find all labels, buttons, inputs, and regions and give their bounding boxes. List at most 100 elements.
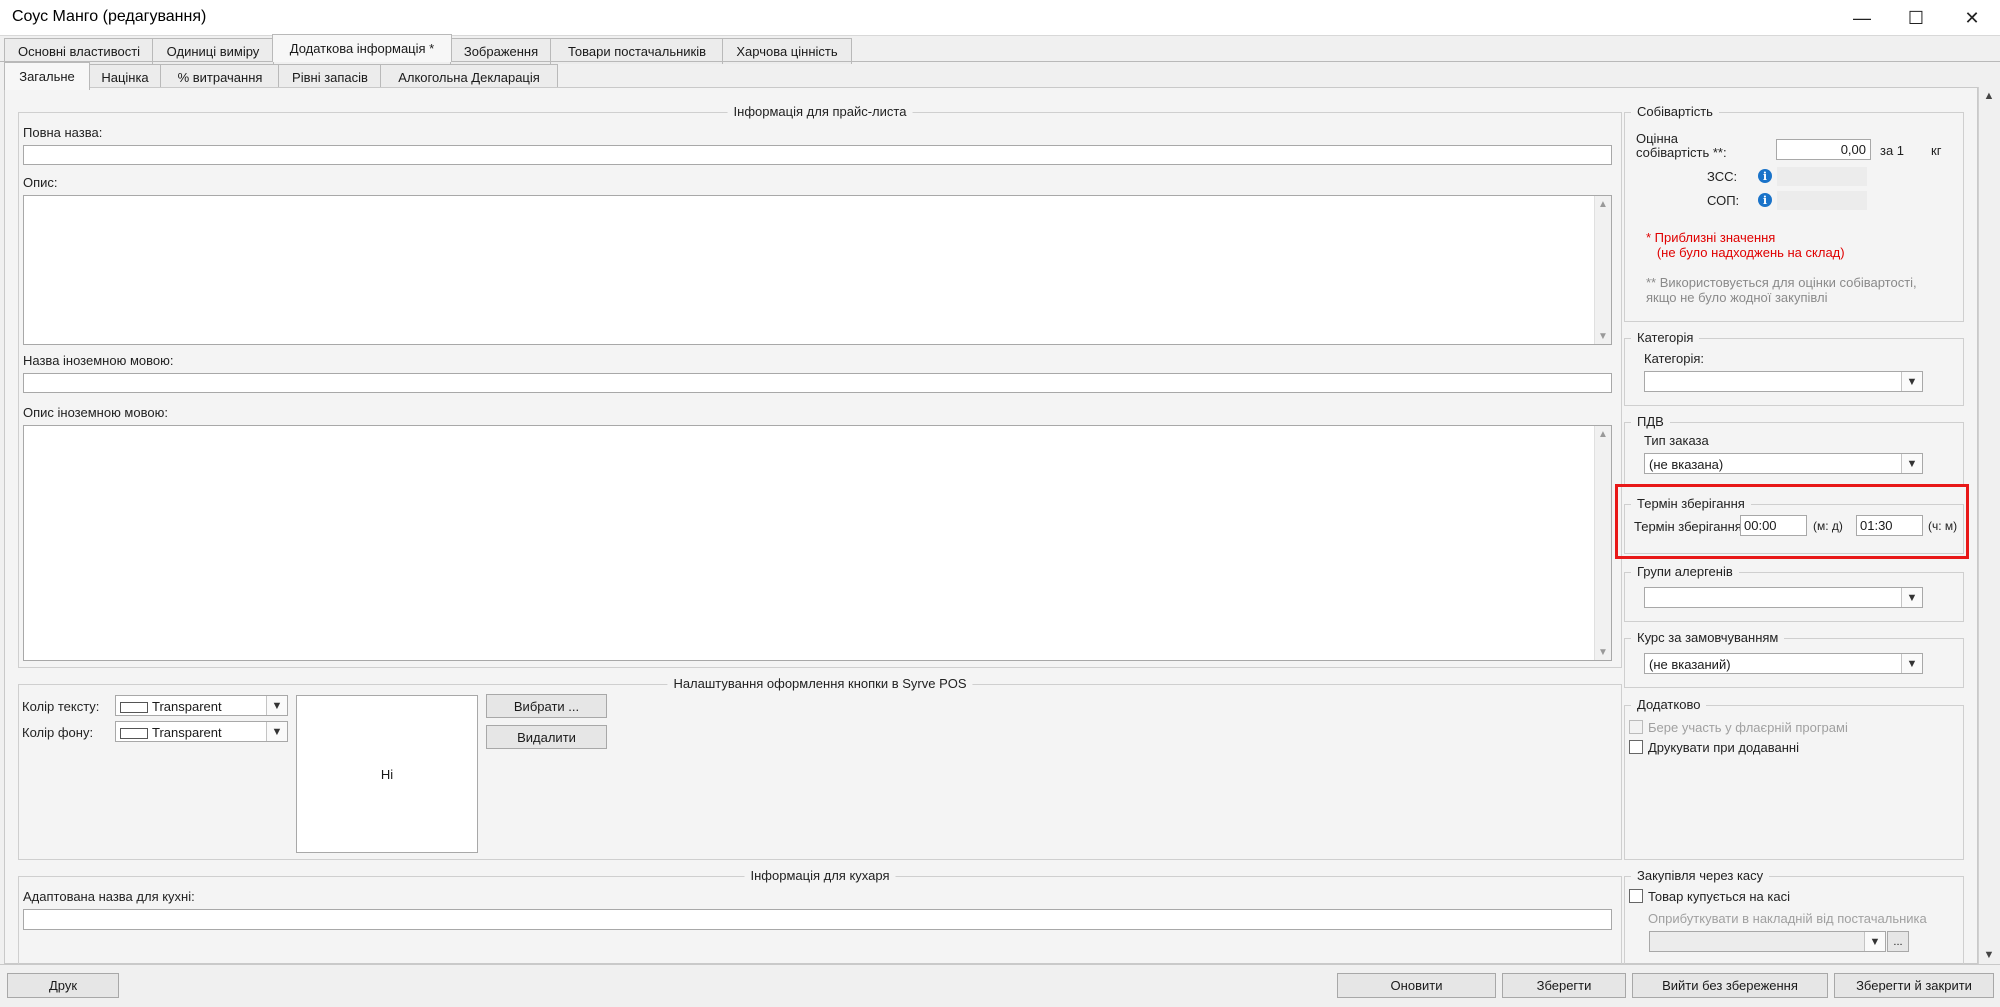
approx-values-note: * Приблизні значення (не було надходжень… [1646,230,1845,260]
description-field[interactable]: ▲ ▼ [23,195,1612,345]
default-rate-group: Курс за замовчуванням (не вказаний) ▼ [1624,630,1964,688]
sub-tab-bar: Загальне Націнка % витрачання Рівні запа… [0,62,2000,90]
full-name-label: Повна назва: [23,125,103,140]
foreign-name-label: Назва іноземною мовою: [23,353,174,368]
default-rate-value: (не вказаний) [1649,657,1731,672]
title-bar: Соус Манго (редагування) — ☐ ✕ [0,0,2000,36]
kitchen-name-label: Адаптована назва для кухні: [23,889,195,904]
default-rate-title: Курс за замовчуванням [1631,630,1785,645]
text-color-label: Колір тексту: [22,699,100,714]
description-scrollbar[interactable]: ▲ ▼ [1594,196,1611,344]
chevron-down-icon[interactable]: ▼ [1901,454,1922,473]
foreign-desc-label: Опис іноземною мовою: [23,405,168,420]
exit-without-save-button[interactable]: Вийти без збереження [1632,973,1828,998]
chevron-down-icon[interactable]: ▼ [266,722,287,741]
content-panel: Інформація для прайс-листа Повна назва: … [4,87,1978,976]
estimated-cost-label-1: Оцінна [1636,131,1679,146]
chevron-down-icon[interactable]: ▼ [1901,372,1922,391]
info-icon[interactable]: i [1758,193,1772,207]
post-invoice-select[interactable]: ▼ [1649,931,1886,952]
foreign-desc-field[interactable]: ▲ ▼ [23,425,1612,661]
foreign-desc-scrollbar[interactable]: ▲ ▼ [1594,426,1611,660]
tab-general[interactable]: Загальне [4,62,90,90]
bg-color-value: Transparent [152,725,222,740]
chevron-down-icon[interactable]: ▼ [1901,588,1922,607]
main-scrollbar[interactable]: ▲ ▼ [1978,87,1998,964]
kitchen-name-field[interactable] [23,909,1612,930]
vat-group: ПДВ Тип заказа (не вказана) ▼ [1624,414,1964,486]
default-rate-select[interactable]: (не вказаний) ▼ [1644,653,1923,674]
estimated-cost-label-2: собівартість **: [1636,145,1727,160]
zss-value [1777,167,1867,186]
scroll-down-icon[interactable]: ▼ [1595,644,1611,660]
chevron-down-icon[interactable]: ▼ [1901,654,1922,673]
refresh-button[interactable]: Оновити [1337,973,1496,998]
unit-text: кг [1931,143,1942,158]
scroll-down-icon[interactable]: ▼ [1595,328,1611,344]
close-icon[interactable]: ✕ [1946,0,1998,36]
scroll-up-icon[interactable]: ▲ [1595,426,1611,442]
print-button[interactable]: Друк [7,973,119,998]
cook-info-group: Інформація для кухаря Адаптована назва д… [18,868,1622,976]
save-and-close-button[interactable]: Зберегти й закрити [1834,973,1994,998]
zss-label: ЗСС: [1707,169,1738,184]
category-select[interactable]: ▼ [1644,371,1923,392]
button-style-title: Налаштування оформлення кнопки в Syrve P… [667,676,973,691]
window-title: Соус Манго (редагування) [12,8,207,25]
choose-button[interactable]: Вибрати ... [486,694,607,718]
allergens-select[interactable]: ▼ [1644,587,1923,608]
highlight-box [1615,484,1969,559]
print-on-add-checkbox[interactable] [1629,740,1643,754]
bought-at-register-label: Товар купується на касі [1648,889,1790,904]
scroll-down-icon[interactable]: ▼ [1979,946,1999,964]
cook-info-title: Інформація для кухаря [744,868,896,883]
per-text: за 1 [1880,143,1905,158]
preview-text: Ні [380,766,394,782]
sop-value [1777,191,1867,210]
flyer-checkbox[interactable] [1629,720,1643,734]
chevron-down-icon[interactable]: ▼ [266,696,287,715]
button-preview: Ні [296,695,478,853]
order-type-select[interactable]: (не вказана) ▼ [1644,453,1923,474]
save-button[interactable]: Зберегти [1502,973,1626,998]
maximize-icon[interactable]: ☐ [1890,0,1942,36]
color-swatch-icon [120,728,148,740]
allergens-title: Групи алергенів [1631,564,1739,579]
bought-at-register-checkbox[interactable] [1629,889,1643,903]
tab-additional-info[interactable]: Додаткова інформація * [272,34,452,62]
additional-group: Додатково Бере участь у флаєрній програм… [1624,697,1964,860]
estimation-note: ** Використовується для оцінки собіварто… [1646,275,1917,305]
cash-purchase-group: Закупівля через касу Товар купується на … [1624,868,1964,976]
info-icon[interactable]: i [1758,169,1772,183]
text-color-value: Transparent [152,699,222,714]
ellipsis-button[interactable]: ... [1887,931,1909,952]
category-title: Категорія [1631,330,1700,345]
button-style-group: Налаштування оформлення кнопки в Syrve P… [18,676,1622,860]
cost-title: Собівартість [1631,104,1719,119]
order-type-value: (не вказана) [1649,457,1724,472]
top-tab-bar: Основні властивості Одиниці виміру Додат… [0,34,2000,64]
bg-color-select[interactable]: Transparent ▼ [115,721,288,742]
price-list-title: Інформація для прайс-листа [727,104,913,119]
full-name-field[interactable] [23,145,1612,165]
scroll-up-icon[interactable]: ▲ [1979,87,1999,105]
delete-button[interactable]: Видалити [486,725,607,749]
vat-title: ПДВ [1631,414,1670,429]
chevron-down-icon[interactable]: ▼ [1864,932,1885,951]
category-label: Категорія: [1644,351,1705,366]
minimize-icon[interactable]: — [1836,0,1888,36]
cost-group: Собівартість Оцінна собівартість **: 0,0… [1624,104,1964,322]
estimated-cost-field[interactable]: 0,00 [1776,139,1871,160]
category-group: Категорія Категорія: ▼ [1624,330,1964,406]
sop-label: СОП: [1707,193,1740,208]
allergens-group: Групи алергенів ▼ [1624,564,1964,622]
footer-bar: Друк Оновити Зберегти Вийти без збережен… [0,964,2000,1007]
scroll-up-icon[interactable]: ▲ [1595,196,1611,212]
text-color-select[interactable]: Transparent ▼ [115,695,288,716]
description-label: Опис: [23,175,58,190]
additional-title: Додатково [1631,697,1707,712]
bg-color-label: Колір фону: [22,725,94,740]
foreign-name-field[interactable] [23,373,1612,393]
color-swatch-icon [120,702,148,714]
order-type-label: Тип заказа [1644,433,1709,448]
